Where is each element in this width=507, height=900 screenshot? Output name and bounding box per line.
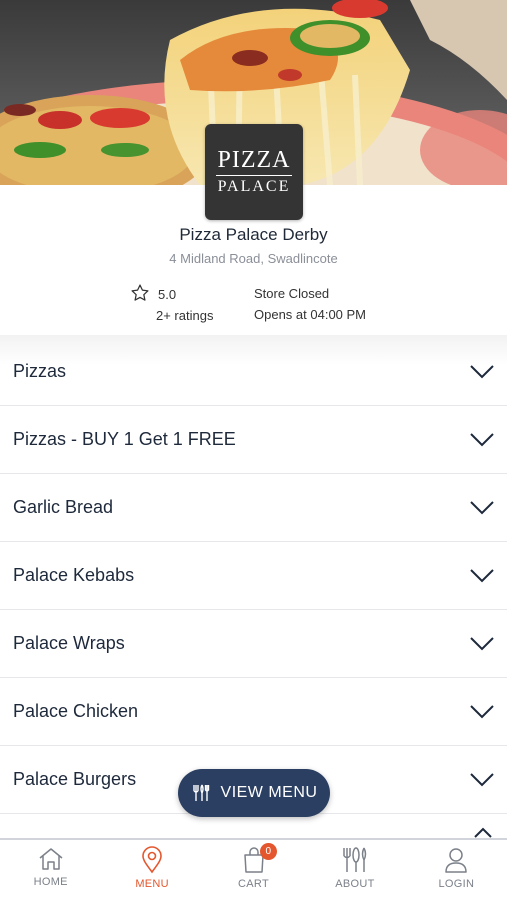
category-label: Garlic Bread <box>13 497 114 517</box>
rating-value: 5.0 <box>158 287 177 302</box>
store-address: 4 Midland Road, Swadlincote <box>169 251 338 266</box>
view-menu-button[interactable]: VIEW MENU <box>178 769 330 817</box>
view-menu-label: VIEW MENU <box>220 784 318 801</box>
chevron-down-icon <box>470 568 494 582</box>
user-icon <box>445 848 468 873</box>
cutlery-icon <box>192 784 209 801</box>
cart-count-badge: 0 <box>259 843 277 860</box>
chevron-down-icon <box>470 636 494 650</box>
rating-block: 5.0 2+ ratings <box>130 283 240 323</box>
category-label: Palace Wraps <box>13 633 125 653</box>
category-label: Pizzas - BUY 1 Get 1 FREE <box>13 429 236 449</box>
bottom-nav: HOME MENU 0 CART ABOUT LOGIN <box>0 838 507 900</box>
nav-about[interactable]: ABOUT <box>304 840 405 900</box>
chevron-down-icon <box>470 364 494 378</box>
category-palace-kebabs[interactable]: Palace Kebabs <box>0 542 507 610</box>
nav-menu[interactable]: MENU <box>101 840 202 900</box>
nav-menu-label: MENU <box>135 878 169 890</box>
star-icon <box>131 284 149 301</box>
logo-divider <box>216 175 292 176</box>
category-label: Palace Kebabs <box>13 565 135 585</box>
rating-count: 2+ ratings <box>156 308 214 323</box>
chevron-down-icon <box>470 500 494 514</box>
restaurant-logo: PIZZA PALACE <box>205 124 303 220</box>
nav-cart-label: CART <box>238 878 269 890</box>
store-status: Store Closed <box>254 286 330 301</box>
nav-home[interactable]: HOME <box>0 840 101 900</box>
cutlery-icon <box>343 847 367 872</box>
nav-cart[interactable]: 0 CART <box>203 840 304 900</box>
chevron-down-icon <box>470 704 494 718</box>
nav-login[interactable]: LOGIN <box>406 840 507 900</box>
category-pizzas-bogof[interactable]: Pizzas - BUY 1 Get 1 FREE <box>0 406 507 474</box>
chevron-down-icon <box>470 772 494 786</box>
chevron-down-icon <box>470 432 494 446</box>
category-palace-chicken[interactable]: Palace Chicken <box>0 678 507 746</box>
store-opening-time: Opens at 04:00 PM <box>254 307 367 322</box>
logo-text-line1: PIZZA <box>217 147 291 173</box>
nav-login-label: LOGIN <box>438 878 475 890</box>
category-label: Palace Burgers <box>13 769 137 789</box>
category-label: Palace Chicken <box>13 701 139 721</box>
home-icon <box>39 848 63 870</box>
nav-home-label: HOME <box>33 876 68 888</box>
category-garlic-bread[interactable]: Garlic Bread <box>0 474 507 542</box>
category-pizzas[interactable]: Pizzas <box>0 338 507 406</box>
category-list: Pizzas Pizzas - BUY 1 Get 1 FREE Garlic … <box>0 338 507 814</box>
category-palace-wraps[interactable]: Palace Wraps <box>0 610 507 678</box>
logo-text-line2: PALACE <box>217 178 291 195</box>
chevron-up-icon[interactable] <box>473 826 493 838</box>
nav-about-label: ABOUT <box>335 878 375 890</box>
location-pin-icon <box>142 846 162 874</box>
category-label: Pizzas <box>13 361 67 381</box>
store-name: Pizza Palace Derby <box>179 225 328 244</box>
